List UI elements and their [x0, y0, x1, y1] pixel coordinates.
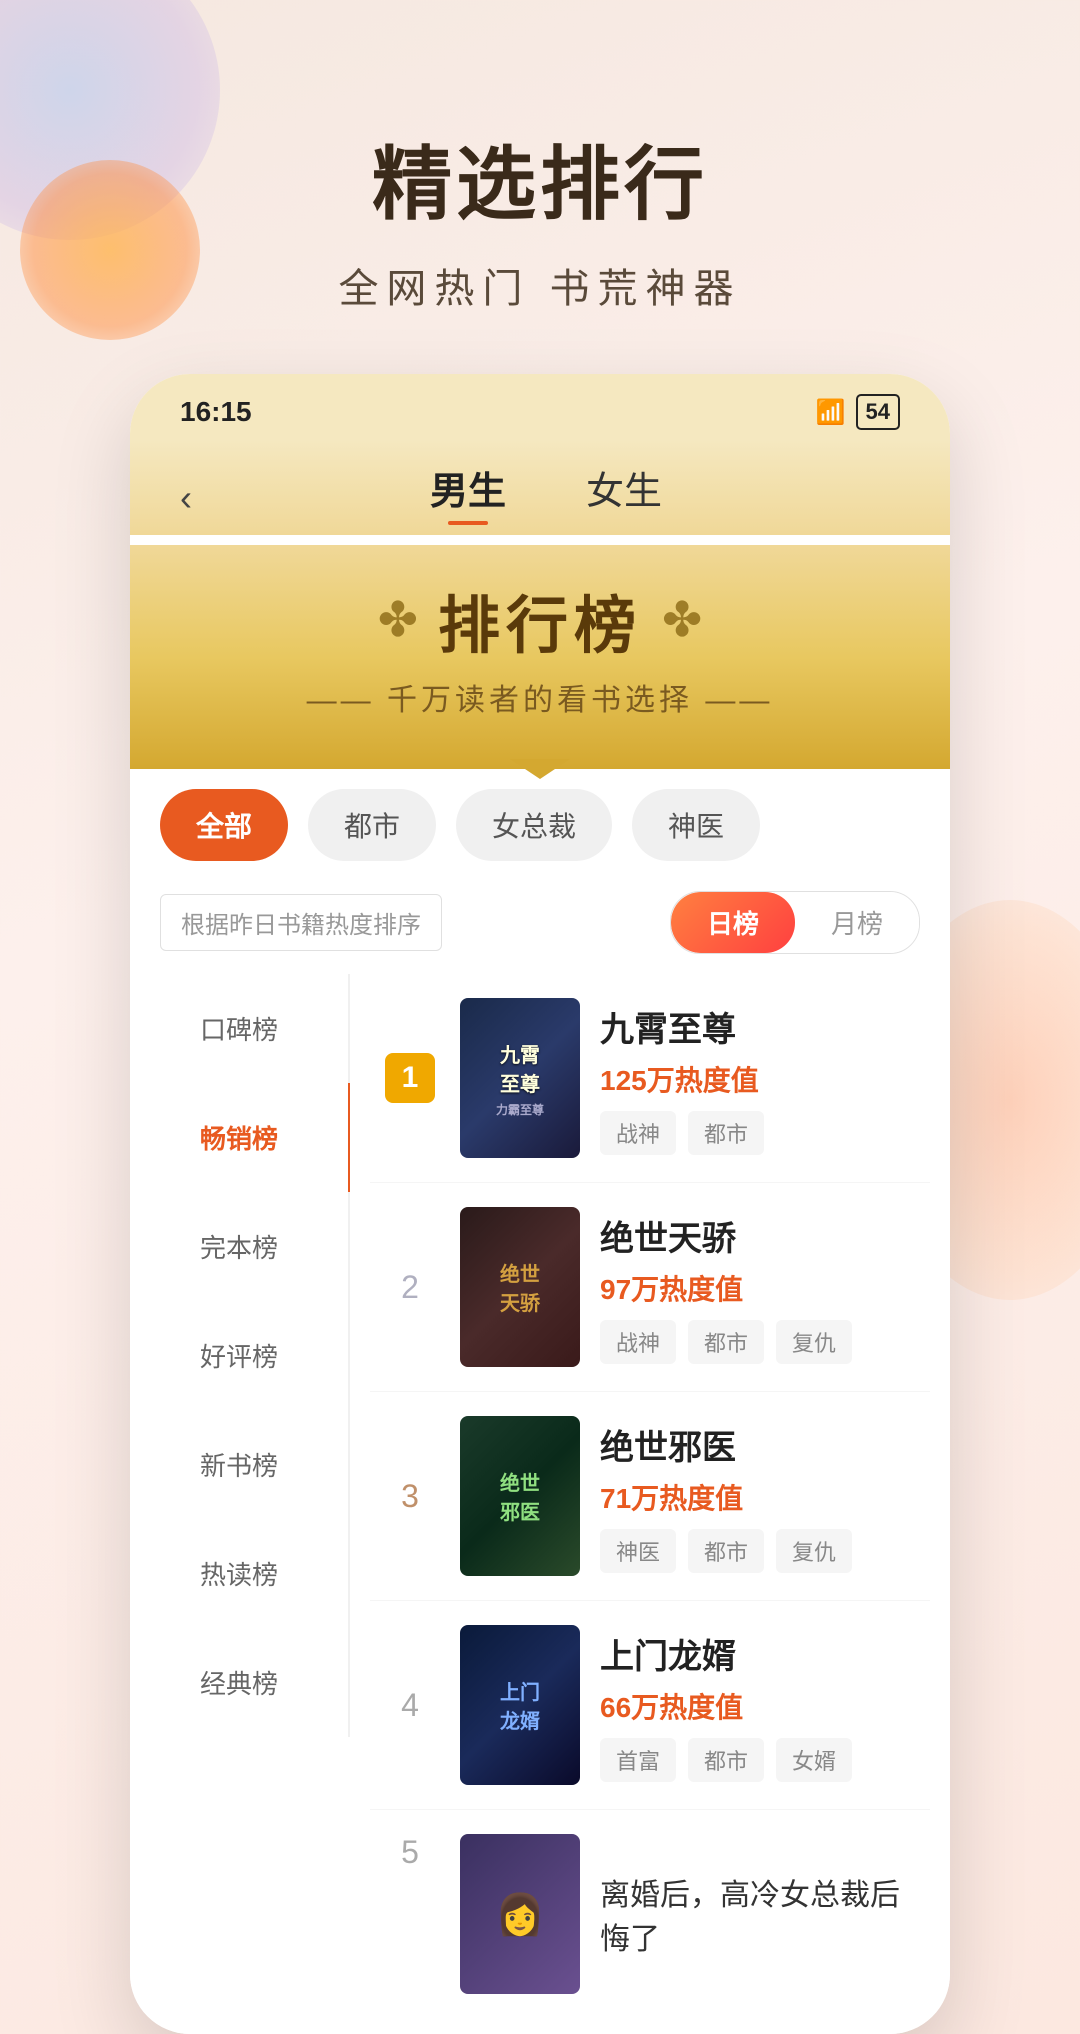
filter-divine-doctor[interactable]: 神医 — [632, 789, 760, 861]
sort-row: 根据昨日书籍热度排序 日榜 月榜 — [130, 881, 950, 974]
book-tag-3-0: 神医 — [600, 1529, 676, 1573]
book-tag-1-1: 都市 — [688, 1111, 764, 1155]
sort-info-text: 根据昨日书籍热度排序 — [160, 894, 442, 951]
book-cover-partial: 👩 — [460, 1834, 580, 1994]
book-title-3: 绝世邪医 — [600, 1420, 920, 1469]
book-cover-1: 九霄至尊 力霸至尊 — [460, 998, 580, 1158]
header-tabs: ‹ 男生 女生 — [130, 440, 950, 535]
book-info-3: 绝世邪医 71万热度值 神医 都市 复仇 — [600, 1420, 920, 1573]
book-item-1[interactable]: 1 九霄至尊 力霸至尊 九霄至尊 125万热度值 战神 都市 — [370, 974, 930, 1183]
gender-tabs: 男生 女生 — [192, 460, 900, 535]
rank-badge-2: 2 — [380, 1269, 440, 1306]
book-title-4: 上门龙婿 — [600, 1629, 920, 1678]
hero-subtitle: 全网热门 书荒神器 — [40, 256, 1040, 314]
ranking-main-title: 排行榜 — [438, 575, 642, 665]
status-icons: 📶 54 — [816, 394, 900, 430]
partial-book-text: 离婚后，高冷女总裁后悔了 — [600, 1870, 920, 1958]
book-heat-1: 125万热度值 — [600, 1059, 920, 1099]
book-cover-2: 绝世天骄 — [460, 1207, 580, 1367]
rank-badge-partial: 5 — [380, 1834, 440, 1871]
book-title-2: 绝世天骄 — [600, 1211, 920, 1260]
filter-female-ceo[interactable]: 女总裁 — [456, 789, 612, 861]
rank-badge-3: 3 — [380, 1478, 440, 1515]
book-item-3[interactable]: 3 绝世邪医 绝世邪医 71万热度值 神医 都市 复仇 — [370, 1392, 930, 1601]
laurel-left-icon: ✤ — [378, 592, 418, 648]
date-btn-monthly[interactable]: 月榜 — [795, 892, 919, 953]
ranking-desc: —— 千万读者的看书选择 —— — [180, 675, 900, 719]
book-list: 1 九霄至尊 力霸至尊 九霄至尊 125万热度值 战神 都市 — [350, 974, 950, 2014]
book-tag-3-1: 都市 — [688, 1529, 764, 1573]
tab-male[interactable]: 男生 — [430, 460, 506, 525]
phone-mockup: 16:15 📶 54 ‹ 男生 女生 ✤ 排行榜 ✤ —— 千万读者的看书选择 … — [130, 374, 950, 2034]
sidebar-item-changxiao[interactable]: 畅销榜 — [130, 1083, 350, 1192]
ranking-title-wrap: ✤ 排行榜 ✤ — [180, 575, 900, 665]
book-tags-2: 战神 都市 复仇 — [600, 1320, 920, 1364]
book-tag-2-0: 战神 — [600, 1320, 676, 1364]
book-item-4[interactable]: 4 上门龙婿 上门龙婿 66万热度值 首富 都市 女婿 — [370, 1601, 930, 1810]
sidebar: 口碑榜 畅销榜 完本榜 好评榜 新书榜 热读榜 经典榜 — [130, 974, 350, 2014]
battery-indicator: 54 — [856, 394, 900, 430]
book-tags-4: 首富 都市 女婿 — [600, 1738, 920, 1782]
filter-city[interactable]: 都市 — [308, 789, 436, 861]
rank-badge-1: 1 — [380, 1053, 440, 1103]
book-heat-3: 71万热度值 — [600, 1477, 920, 1517]
book-info-2: 绝世天骄 97万热度值 战神 都市 复仇 — [600, 1211, 920, 1364]
hero-section: 精选排行 全网热门 书荒神器 — [0, 0, 1080, 374]
tab-female[interactable]: 女生 — [586, 460, 662, 525]
book-tag-4-1: 都市 — [688, 1738, 764, 1782]
book-info-1: 九霄至尊 125万热度值 战神 都市 — [600, 1002, 920, 1155]
book-item-2[interactable]: 2 绝世天骄 绝世天骄 97万热度值 战神 都市 复仇 — [370, 1183, 930, 1392]
ranking-banner: ✤ 排行榜 ✤ —— 千万读者的看书选择 —— — [130, 545, 950, 769]
book-tags-3: 神医 都市 复仇 — [600, 1529, 920, 1573]
partial-book-item[interactable]: 5 👩 离婚后，高冷女总裁后悔了 — [370, 1810, 930, 2014]
banner-arrow — [510, 759, 570, 779]
main-content: 口碑榜 畅销榜 完本榜 好评榜 新书榜 热读榜 经典榜 1 九霄至尊 力霸至尊 — [130, 974, 950, 2014]
book-info-4: 上门龙婿 66万热度值 首富 都市 女婿 — [600, 1629, 920, 1782]
sidebar-item-wanben[interactable]: 完本榜 — [130, 1192, 350, 1301]
book-heat-4: 66万热度值 — [600, 1686, 920, 1726]
sidebar-item-xinshu[interactable]: 新书榜 — [130, 1410, 350, 1519]
back-button[interactable]: ‹ — [180, 477, 192, 519]
sidebar-item-haopin[interactable]: 好评榜 — [130, 1301, 350, 1410]
laurel-right-icon: ✤ — [662, 592, 702, 648]
book-cover-3: 绝世邪医 — [460, 1416, 580, 1576]
hero-title: 精选排行 — [40, 120, 1040, 236]
sidebar-item-jingdian[interactable]: 经典榜 — [130, 1628, 350, 1737]
book-tag-4-0: 首富 — [600, 1738, 676, 1782]
card-section: 全部 都市 女总裁 神医 根据昨日书籍热度排序 日榜 月榜 口碑榜 畅销榜 完本… — [130, 749, 950, 2034]
book-cover-4: 上门龙婿 — [460, 1625, 580, 1785]
book-heat-2: 97万热度值 — [600, 1268, 920, 1308]
category-filter-row: 全部 都市 女总裁 神医 — [130, 779, 950, 881]
sidebar-item-koubei[interactable]: 口碑榜 — [130, 974, 350, 1083]
book-tag-1-0: 战神 — [600, 1111, 676, 1155]
status-time: 16:15 — [180, 396, 252, 428]
date-toggle: 日榜 月榜 — [670, 891, 920, 954]
wifi-icon: 📶 — [816, 398, 846, 427]
book-tag-3-2: 复仇 — [776, 1529, 852, 1573]
book-tag-2-2: 复仇 — [776, 1320, 852, 1364]
book-tag-2-1: 都市 — [688, 1320, 764, 1364]
date-btn-daily[interactable]: 日榜 — [671, 892, 795, 953]
book-tags-1: 战神 都市 — [600, 1111, 920, 1155]
sidebar-item-reduzhi[interactable]: 热读榜 — [130, 1519, 350, 1628]
rank-badge-4: 4 — [380, 1687, 440, 1724]
book-tag-4-2: 女婿 — [776, 1738, 852, 1782]
book-title-1: 九霄至尊 — [600, 1002, 920, 1051]
status-bar: 16:15 📶 54 — [130, 374, 950, 440]
filter-all[interactable]: 全部 — [160, 789, 288, 861]
